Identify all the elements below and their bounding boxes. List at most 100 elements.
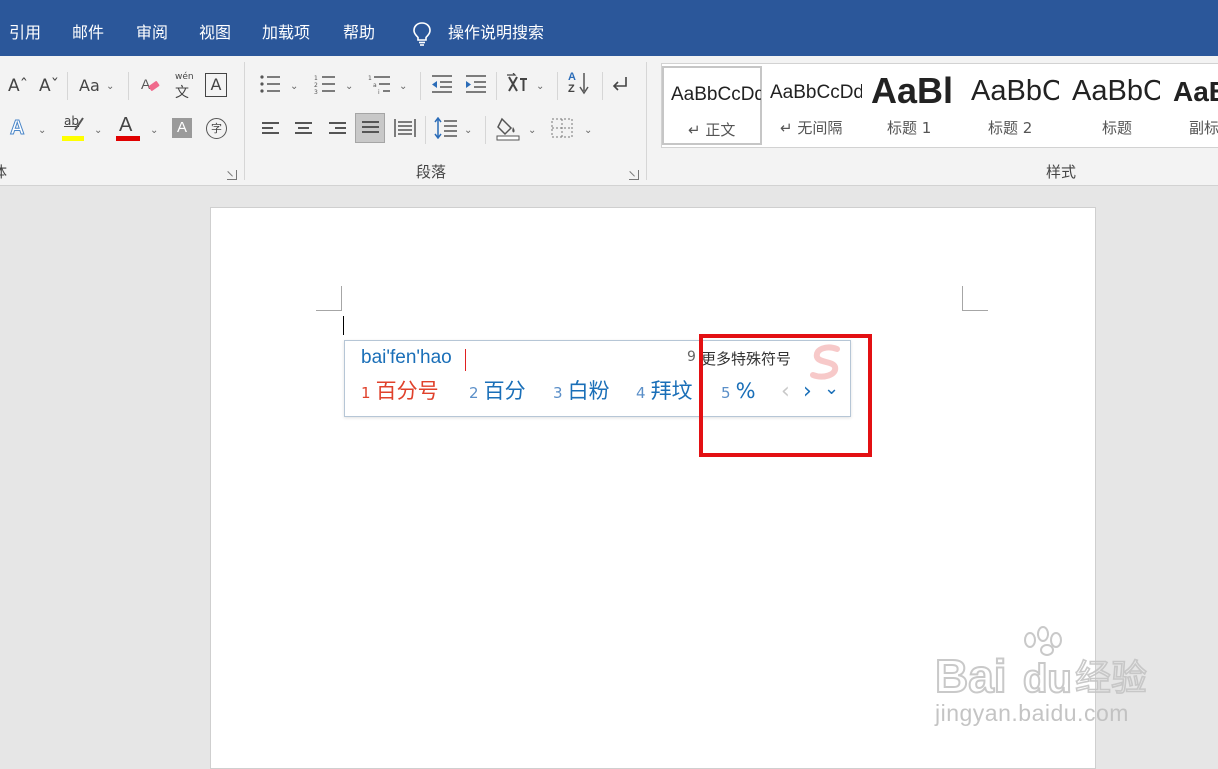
font-color-button[interactable]: A [116, 114, 140, 142]
down-arrow-icon [579, 73, 589, 95]
watermark-url: jingyan.baidu.com [935, 700, 1129, 726]
paragraph-group-label: 段落 [416, 163, 447, 181]
ime-composition: bai'fen'hao [361, 347, 452, 368]
distributed-icon[interactable] [394, 118, 416, 138]
svg-text:1: 1 [368, 75, 372, 82]
sort-label-z: Z [568, 83, 575, 95]
style-heading-2[interactable]: AaBbC 标题 2 [966, 64, 1066, 146]
svg-text:A: A [141, 76, 151, 92]
candidate-number: 2 [469, 384, 479, 402]
style-normal[interactable]: AaBbCcDd ↵ 正文 [662, 66, 762, 145]
ime-caret [465, 349, 466, 371]
candidate-number: 1 [361, 384, 371, 402]
line-spacing-icon[interactable] [434, 117, 458, 139]
chinese-layout-icon[interactable] [505, 73, 531, 95]
menu-review[interactable]: 审阅 [136, 22, 168, 44]
menu-references[interactable]: 引用 [9, 22, 41, 44]
group-separator [646, 62, 647, 180]
chevron-down-icon[interactable]: ⌄ [345, 81, 353, 93]
justify-button[interactable] [355, 113, 385, 143]
ribbon-separator [602, 72, 603, 100]
style-preview-text: AaBbCcDd [671, 84, 761, 105]
chevron-down-icon[interactable]: ⌄ [106, 81, 114, 93]
candidate-1[interactable]: 1 百分号 [361, 378, 439, 408]
svg-text:i: i [378, 89, 380, 94]
candidate-2[interactable]: 2 百分 [469, 378, 526, 408]
styles-group-label: 样式 [1046, 163, 1077, 181]
text-cursor [343, 316, 344, 335]
style-preview-text: AaBbCcDd [770, 82, 862, 103]
menu-view[interactable]: 视图 [199, 22, 231, 44]
borders-icon[interactable] [551, 118, 573, 138]
candidate-number: 3 [553, 384, 563, 402]
ribbon-separator [128, 72, 129, 100]
svg-text:1: 1 [314, 75, 318, 82]
character-shading-button[interactable]: A [172, 118, 192, 138]
candidate-text: 拜坟 [650, 379, 693, 403]
candidate-3[interactable]: 3 白粉 [553, 378, 610, 408]
style-title[interactable]: AaBbC 标题 [1068, 64, 1168, 146]
style-heading-1[interactable]: AaBl 标题 1 [866, 64, 964, 146]
ribbon-separator [485, 116, 486, 144]
character-border-button[interactable]: A [205, 73, 227, 97]
chevron-down-icon[interactable]: ⌄ [290, 81, 298, 93]
phonetic-small-text: wén [175, 72, 194, 82]
font-color-bar [116, 136, 140, 141]
style-subtitle[interactable]: AaB 副标 [1170, 64, 1218, 146]
chevron-down-icon[interactable]: ⌄ [150, 125, 158, 137]
chevron-down-icon[interactable]: ⌄ [528, 125, 536, 137]
group-separator [244, 62, 245, 180]
style-name-label: 标题 1 [887, 119, 932, 137]
shading-icon[interactable] [496, 115, 520, 141]
chevron-down-icon[interactable]: ⌄ [399, 81, 407, 93]
style-no-spacing[interactable]: AaBbCcDd ↵ 无间隔 [764, 64, 864, 146]
bullets-icon[interactable] [259, 74, 281, 94]
chevron-down-icon[interactable]: ⌄ [464, 125, 472, 137]
candidate-4[interactable]: 4 拜坟 [636, 378, 693, 408]
style-preview-text: AaBbC [971, 75, 1059, 107]
align-right-icon[interactable] [329, 122, 346, 135]
menu-addins[interactable]: 加载项 [262, 22, 310, 44]
multilevel-list-icon[interactable]: 1ai [368, 74, 392, 94]
font-dialog-launcher-icon[interactable] [227, 170, 237, 180]
sort-label-a: A [568, 71, 576, 83]
crop-mark [341, 286, 342, 311]
ribbon-separator [67, 72, 68, 100]
chevron-down-icon[interactable]: ⌄ [94, 125, 102, 137]
change-case-button[interactable]: Aa [79, 76, 100, 96]
shrink-font-button[interactable]: Aˇ [39, 76, 59, 96]
chevron-down-icon[interactable]: ⌄ [38, 125, 46, 137]
marker-icon [74, 117, 84, 131]
svg-text:2: 2 [314, 82, 318, 89]
align-center-icon[interactable] [295, 122, 312, 135]
enclose-characters-button[interactable]: 字 [206, 118, 227, 139]
increase-indent-icon[interactable] [464, 74, 488, 94]
grow-font-button[interactable]: Aˆ [8, 76, 28, 96]
highlight-color-bar [62, 136, 84, 141]
paragraph-mark-icon[interactable] [610, 75, 630, 93]
crop-mark [962, 310, 988, 311]
tell-me-search[interactable]: 操作说明搜索 [448, 22, 544, 44]
menu-help[interactable]: 帮助 [343, 22, 375, 44]
clear-formatting-icon[interactable]: A [140, 74, 162, 96]
paragraph-dialog-launcher-icon[interactable] [629, 170, 639, 180]
style-name-label: 标题 [1102, 119, 1133, 137]
phonetic-guide-button[interactable]: wén 文 [173, 72, 195, 101]
lightbulb-icon[interactable] [412, 21, 432, 47]
menu-mailings[interactable]: 邮件 [72, 22, 104, 44]
numbering-icon[interactable]: 123 [314, 74, 336, 94]
chevron-down-icon[interactable]: ⌄ [536, 81, 544, 93]
style-preview-text: AaBl [871, 70, 954, 111]
svg-text:3: 3 [314, 89, 318, 94]
text-highlight-button[interactable]: ab [62, 114, 86, 142]
ribbon-separator [420, 72, 421, 100]
text-effects-button[interactable]: A [9, 116, 24, 140]
style-name-label: 标题 2 [988, 119, 1033, 137]
chevron-down-icon[interactable]: ⌄ [584, 125, 592, 137]
decrease-indent-icon[interactable] [430, 74, 454, 94]
font-group-label: 体 [0, 163, 7, 181]
style-name-label: ↵ 无间隔 [780, 119, 843, 137]
sort-button[interactable]: A Z [568, 71, 592, 99]
align-left-icon[interactable] [262, 122, 279, 135]
ribbon-separator [425, 116, 426, 144]
